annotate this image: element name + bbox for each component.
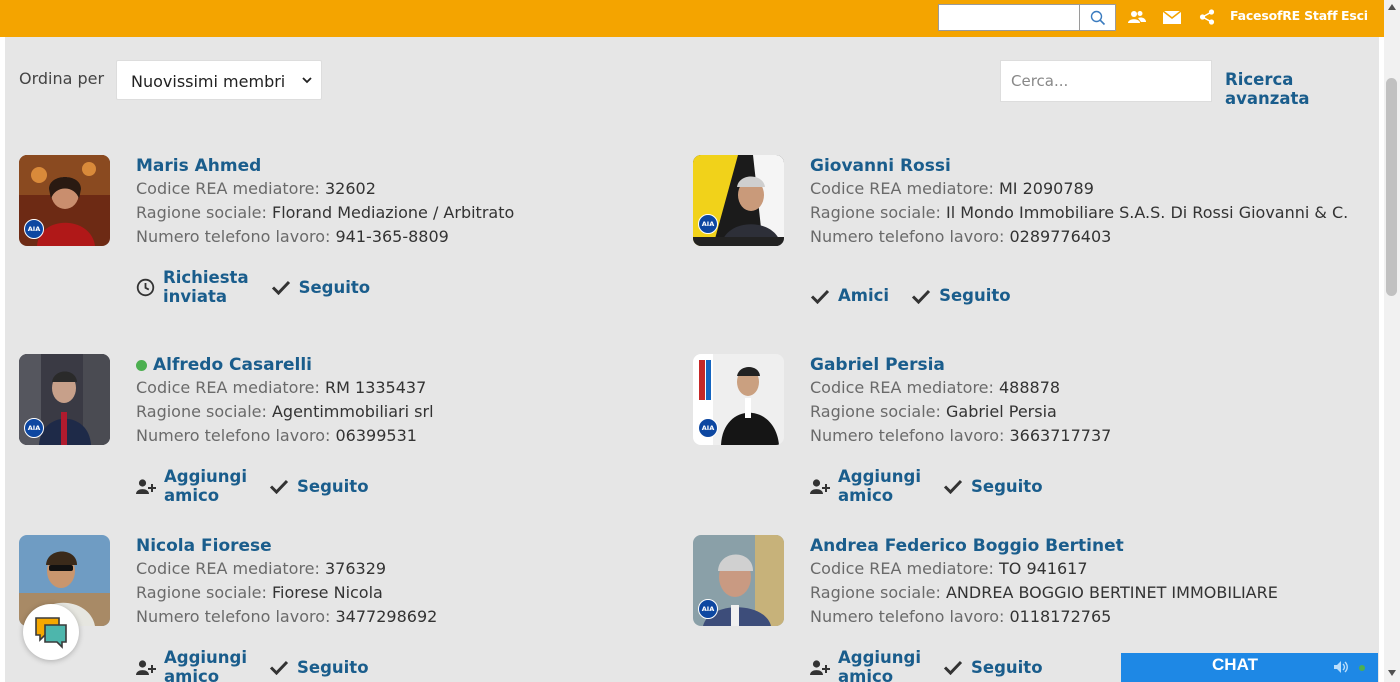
add-user-icon xyxy=(810,659,830,676)
add-friend-button[interactable]: Aggiungi amico xyxy=(810,467,921,505)
member-info: Nicola Fiorese Codice REA mediatore: 376… xyxy=(136,535,676,629)
avatar[interactable]: AIA xyxy=(693,354,784,445)
rea-field: Codice REA mediatore: RM 1335437 xyxy=(136,378,427,397)
member-name[interactable]: Maris Ahmed xyxy=(136,155,676,177)
rea-field: Codice REA mediatore: 32602 xyxy=(136,179,376,198)
check-icon xyxy=(269,659,289,675)
check-icon xyxy=(943,478,963,494)
rea-field: Codice REA mediatore: TO 941617 xyxy=(810,559,1088,578)
follow-button[interactable]: Seguito xyxy=(271,278,370,297)
avatar[interactable]: AIA xyxy=(693,535,784,626)
member-info: Gabriel Persia Codice REA mediatore: 488… xyxy=(810,354,1350,448)
share-icon[interactable] xyxy=(1197,8,1217,26)
member-name[interactable]: Alfredo Casarelli xyxy=(136,354,676,376)
check-icon xyxy=(269,478,289,494)
member-actions: Aggiungi amico Seguito xyxy=(136,467,391,505)
member-info: Giovanni Rossi Codice REA mediatore: MI … xyxy=(810,155,1350,249)
member-actions: Richiesta inviata Seguito xyxy=(136,268,392,306)
member-name[interactable]: Nicola Fiorese xyxy=(136,535,676,557)
phone-field: Numero telefono lavoro: 3477298692 xyxy=(136,607,438,626)
online-status-dot xyxy=(136,359,147,371)
company-field: Ragione sociale: Fiorese Nicola xyxy=(136,583,383,602)
follow-button[interactable]: Seguito xyxy=(943,477,1043,496)
add-user-icon xyxy=(136,478,156,495)
follow-button[interactable]: Seguito xyxy=(269,477,369,496)
phone-field: Numero telefono lavoro: 941-365-8809 xyxy=(136,227,449,246)
member-actions: Aggiungi amico Seguito xyxy=(810,467,1065,505)
member-actions: Aggiungi amico Seguito xyxy=(810,648,1065,682)
staff-link[interactable]: FacesofRE Staff xyxy=(1230,8,1338,23)
phone-field: Numero telefono lavoro: 3663717737 xyxy=(810,426,1112,445)
rea-field: Codice REA mediatore: 376329 xyxy=(136,559,387,578)
member-search-input[interactable] xyxy=(1001,61,1211,101)
sort-dropdown[interactable]: Nuovissimi membri xyxy=(116,60,322,100)
member-actions: Amici Seguito xyxy=(810,286,1033,305)
sort-selected-value: Nuovissimi membri xyxy=(131,72,286,91)
request-sent-button[interactable]: Richiesta inviata xyxy=(136,268,249,306)
phone-field: Numero telefono lavoro: 0118172765 xyxy=(810,607,1112,626)
add-friend-button[interactable]: Aggiungi amico xyxy=(136,648,247,682)
add-user-icon xyxy=(136,659,156,676)
check-icon xyxy=(271,279,291,295)
top-search-button[interactable] xyxy=(1079,5,1115,30)
add-friend-button[interactable]: Aggiungi amico xyxy=(810,648,921,682)
aia-badge: AIA xyxy=(698,599,718,619)
scroll-down-arrow-icon[interactable] xyxy=(1388,670,1396,676)
avatar[interactable]: AIA xyxy=(19,354,110,445)
rea-field: Codice REA mediatore: 488878 xyxy=(810,378,1061,397)
member-name[interactable]: Giovanni Rossi xyxy=(810,155,1350,177)
scroll-up-arrow-icon[interactable] xyxy=(1388,4,1396,10)
company-field: Ragione sociale: Gabriel Persia xyxy=(810,402,1057,421)
member-search-field xyxy=(1000,60,1212,102)
member-info: Andrea Federico Boggio Bertinet Codice R… xyxy=(810,535,1350,629)
top-search-box xyxy=(938,4,1116,31)
online-status-dot xyxy=(1359,665,1365,671)
add-friend-button[interactable]: Aggiungi amico xyxy=(136,467,247,505)
mail-icon[interactable] xyxy=(1162,8,1182,26)
friends-button[interactable]: Amici xyxy=(810,286,889,305)
advanced-search-link[interactable]: Ricerca avanzata xyxy=(1225,70,1379,108)
follow-button[interactable]: Seguito xyxy=(269,658,369,677)
clock-icon xyxy=(136,278,155,297)
chat-bubble-icon xyxy=(35,617,67,649)
users-icon[interactable] xyxy=(1127,8,1147,26)
page-scrollbar[interactable] xyxy=(1384,0,1400,682)
add-user-icon xyxy=(810,478,830,495)
aia-badge: AIA xyxy=(698,418,718,438)
member-name[interactable]: Gabriel Persia xyxy=(810,354,1350,376)
avatar[interactable]: AIA xyxy=(19,155,110,246)
company-field: Ragione sociale: Il Mondo Immobiliare S.… xyxy=(810,203,1349,222)
chat-label: CHAT xyxy=(1212,655,1258,674)
top-bar: FacesofRE Staff Esci xyxy=(0,0,1384,37)
chevron-down-icon xyxy=(302,77,312,84)
check-icon xyxy=(810,288,830,304)
speaker-icon[interactable] xyxy=(1333,660,1349,674)
search-icon xyxy=(1090,10,1105,25)
member-actions: Aggiungi amico Seguito xyxy=(136,648,391,682)
chat-bar[interactable]: CHAT xyxy=(1121,653,1378,682)
follow-button[interactable]: Seguito xyxy=(943,658,1043,677)
check-icon xyxy=(943,659,963,675)
top-search-input[interactable] xyxy=(939,5,1079,30)
member-info: Maris Ahmed Codice REA mediatore: 32602 … xyxy=(136,155,676,249)
check-icon xyxy=(911,288,931,304)
phone-field: Numero telefono lavoro: 0289776403 xyxy=(810,227,1112,246)
rea-field: Codice REA mediatore: MI 2090789 xyxy=(810,179,1094,198)
company-field: Ragione sociale: Florand Mediazione / Ar… xyxy=(136,203,515,222)
chat-bubble-button[interactable] xyxy=(23,604,79,660)
member-info: Alfredo Casarelli Codice REA mediatore: … xyxy=(136,354,676,448)
phone-field: Numero telefono lavoro: 06399531 xyxy=(136,426,417,445)
sort-label: Ordina per xyxy=(19,69,105,88)
company-field: Ragione sociale: Agentimmobiliari srl xyxy=(136,402,434,421)
aia-badge: AIA xyxy=(24,219,44,239)
logout-link[interactable]: Esci xyxy=(1341,8,1368,23)
scrollbar-thumb[interactable] xyxy=(1386,78,1397,296)
follow-button[interactable]: Seguito xyxy=(911,286,1011,305)
avatar[interactable]: AIA xyxy=(693,155,784,246)
aia-badge: AIA xyxy=(24,418,44,438)
company-field: Ragione sociale: ANDREA BOGGIO BERTINET … xyxy=(810,583,1278,602)
members-page: Ordina per Nuovissimi membri Ricerca ava… xyxy=(5,37,1379,682)
member-name[interactable]: Andrea Federico Boggio Bertinet xyxy=(810,535,1350,557)
aia-badge: AIA xyxy=(698,214,718,234)
